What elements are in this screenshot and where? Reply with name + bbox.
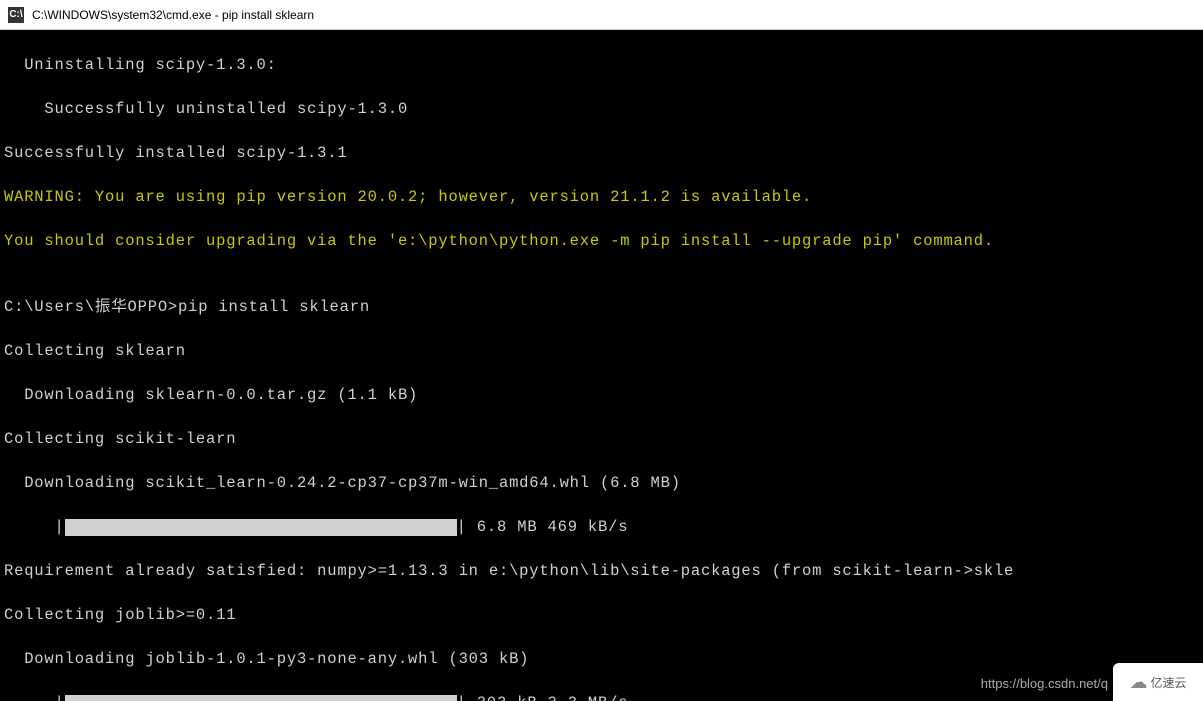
progress-line: | | 303 kB 3.3 MB/s xyxy=(4,692,1199,701)
output-line: Successfully uninstalled scipy-1.3.0 xyxy=(4,98,1199,120)
output-line: Successfully installed scipy-1.3.1 xyxy=(4,142,1199,164)
warning-line: WARNING: You are using pip version 20.0.… xyxy=(4,186,1199,208)
progress-bar xyxy=(65,519,457,536)
titlebar[interactable]: C:\ C:\WINDOWS\system32\cmd.exe - pip in… xyxy=(0,0,1203,30)
progress-line: | | 6.8 MB 469 kB/s xyxy=(4,516,1199,538)
window-title: C:\WINDOWS\system32\cmd.exe - pip instal… xyxy=(32,8,314,22)
bar-prefix: | xyxy=(4,516,65,538)
output-line: Collecting joblib>=0.11 xyxy=(4,604,1199,626)
bar-prefix: | xyxy=(4,692,65,701)
output-line: Downloading joblib-1.0.1-py3-none-any.wh… xyxy=(4,648,1199,670)
output-line: Downloading sklearn-0.0.tar.gz (1.1 kB) xyxy=(4,384,1199,406)
prompt-line: C:\Users\振华OPPO>pip install sklearn xyxy=(4,296,1199,318)
logo-text: 亿速云 xyxy=(1150,674,1186,691)
bar-suffix: | 303 kB 3.3 MB/s xyxy=(457,692,629,701)
terminal-output[interactable]: Uninstalling scipy-1.3.0: Successfully u… xyxy=(0,30,1203,701)
bar-suffix: | 6.8 MB 469 kB/s xyxy=(457,516,629,538)
output-line: Uninstalling scipy-1.3.0: xyxy=(4,54,1199,76)
cmd-window: C:\ C:\WINDOWS\system32\cmd.exe - pip in… xyxy=(0,0,1203,701)
output-line: Collecting scikit-learn xyxy=(4,428,1199,450)
output-line: Requirement already satisfied: numpy>=1.… xyxy=(4,560,1199,582)
cloud-icon: ☁ xyxy=(1129,672,1147,693)
output-line: Downloading scikit_learn-0.24.2-cp37-cp3… xyxy=(4,472,1199,494)
warning-line: You should consider upgrading via the 'e… xyxy=(4,230,1199,252)
cmd-icon: C:\ xyxy=(8,7,24,23)
watermark-text: https://blog.csdn.net/q xyxy=(981,676,1108,691)
output-line: Collecting sklearn xyxy=(4,340,1199,362)
logo-badge: ☁ 亿速云 xyxy=(1113,663,1203,701)
progress-bar xyxy=(65,695,457,701)
